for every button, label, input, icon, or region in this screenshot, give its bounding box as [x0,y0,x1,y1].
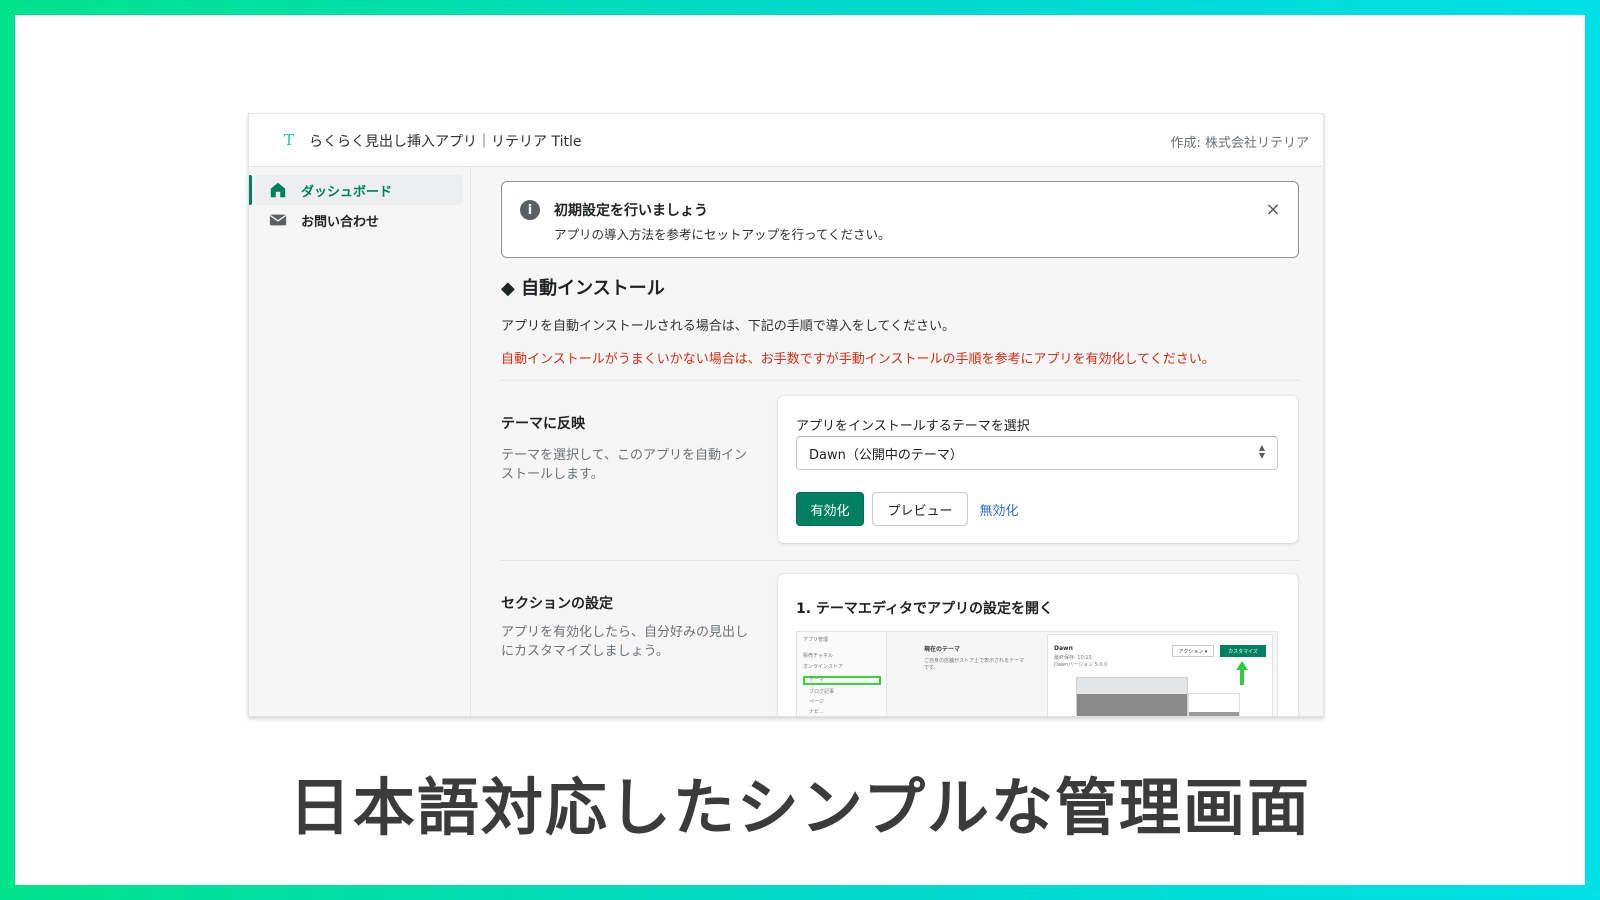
home-icon [267,179,289,201]
mail-icon [267,209,289,231]
section-settings-card: 1. テーマエディタでアプリの設定を開く アプリ管理 販売チャネル オンラインス… [778,574,1298,716]
section-warning: 自動インストールがうまくいかない場合は、お手数ですが手動インストールの手順を参考… [501,352,1215,367]
theme-editor-screenshot: アプリ管理 販売チャネル オンラインストア テーマ ブログ記事 ページ ナビ..… [796,631,1278,716]
screenshot-sidebar: アプリ管理 販売チャネル オンラインストア テーマ ブログ記事 ページ ナビ..… [797,632,887,716]
section-row-title: セクションの設定 [501,596,613,612]
banner-title: 初期設定を行いましょう [554,203,708,219]
section-row-description: アプリを有効化したら、自分好みの見出しにカスタマイズしましょう。 [501,625,749,659]
theme-row-description: テーマを選択して、このアプリを自動インストールします。 [501,448,747,482]
sidebar: ダッシュボード お問い合わせ [249,167,471,716]
theme-select-label: アプリをインストールするテーマを選択 [796,419,1030,434]
screenshot-thumbnail-small [1188,693,1240,716]
divider [501,560,1299,561]
app-logo-icon: T [283,131,294,149]
theme-select-value: Dawn（公開中のテーマ） [809,447,963,463]
screenshot-thumbnail [1076,677,1188,716]
app-title: らくらく見出し挿入アプリ｜リテリア Title [309,134,582,150]
disable-button[interactable]: 無効化 [974,492,1024,526]
sidebar-item-label: ダッシュボード [301,184,393,200]
screenshot-actions-button: アクション ▾ [1172,645,1214,657]
sidebar-item-label: お問い合わせ [301,214,380,230]
enable-button[interactable]: 有効化 [796,492,864,526]
section-description: アプリを自動インストールされる場合は、下記の手順で導入をしてください。 [501,319,955,334]
divider [501,380,1299,381]
app-topbar: T らくらく見出し挿入アプリ｜リテリア Title 作成: 株式会社リテリア [249,114,1323,167]
sidebar-item-contact[interactable]: お問い合わせ [255,205,463,235]
screenshot-theme-card: Dawn 最終保存: 10:13 Dawnバージョン 5.0.0 アクション ▾… [1047,634,1273,716]
info-icon: i [520,200,540,220]
white-frame: T らくらく見出し挿入アプリ｜リテリア Title 作成: 株式会社リテリア ダ… [15,15,1585,885]
theme-card: アプリをインストールするテーマを選択 Dawn（公開中のテーマ） ▲ ▼ 有効化 … [778,396,1298,543]
setup-banner: i 初期設定を行いましょう アプリの導入方法を参考にセットアップを行ってください… [501,181,1299,258]
caption-text: 日本語対応したシンプルな管理画面 [288,771,1312,844]
screenshot-mid: 現在のテーマ ご自身の店舗がストア上で表示されるテーマです。 [924,646,1025,671]
active-marker [249,175,252,205]
banner-text: アプリの導入方法を参考にセットアップを行ってください。 [554,227,891,242]
theme-select[interactable]: Dawn（公開中のテーマ） ▲ ▼ [796,436,1278,470]
preview-button[interactable]: プレビュー [872,492,968,526]
screenshot-customize-button: カスタマイズ [1220,645,1266,657]
sidebar-item-dashboard[interactable]: ダッシュボード [249,175,463,205]
select-arrows-icon: ▲ ▼ [1258,443,1266,460]
author-label: 作成: 株式会社リテリア [1170,136,1309,151]
arrow-up-icon [1236,661,1248,685]
admin-window: T らくらく見出し挿入アプリ｜リテリア Title 作成: 株式会社リテリア ダ… [248,113,1324,717]
section-heading: ◆ 自動インストール [501,278,665,299]
main-content: i 初期設定を行いましょう アプリの導入方法を参考にセットアップを行ってください… [471,167,1323,716]
theme-row-title: テーマに反映 [501,416,585,432]
close-icon[interactable]: × [1262,198,1284,220]
step-title: 1. テーマエディタでアプリの設定を開く [796,601,1053,617]
